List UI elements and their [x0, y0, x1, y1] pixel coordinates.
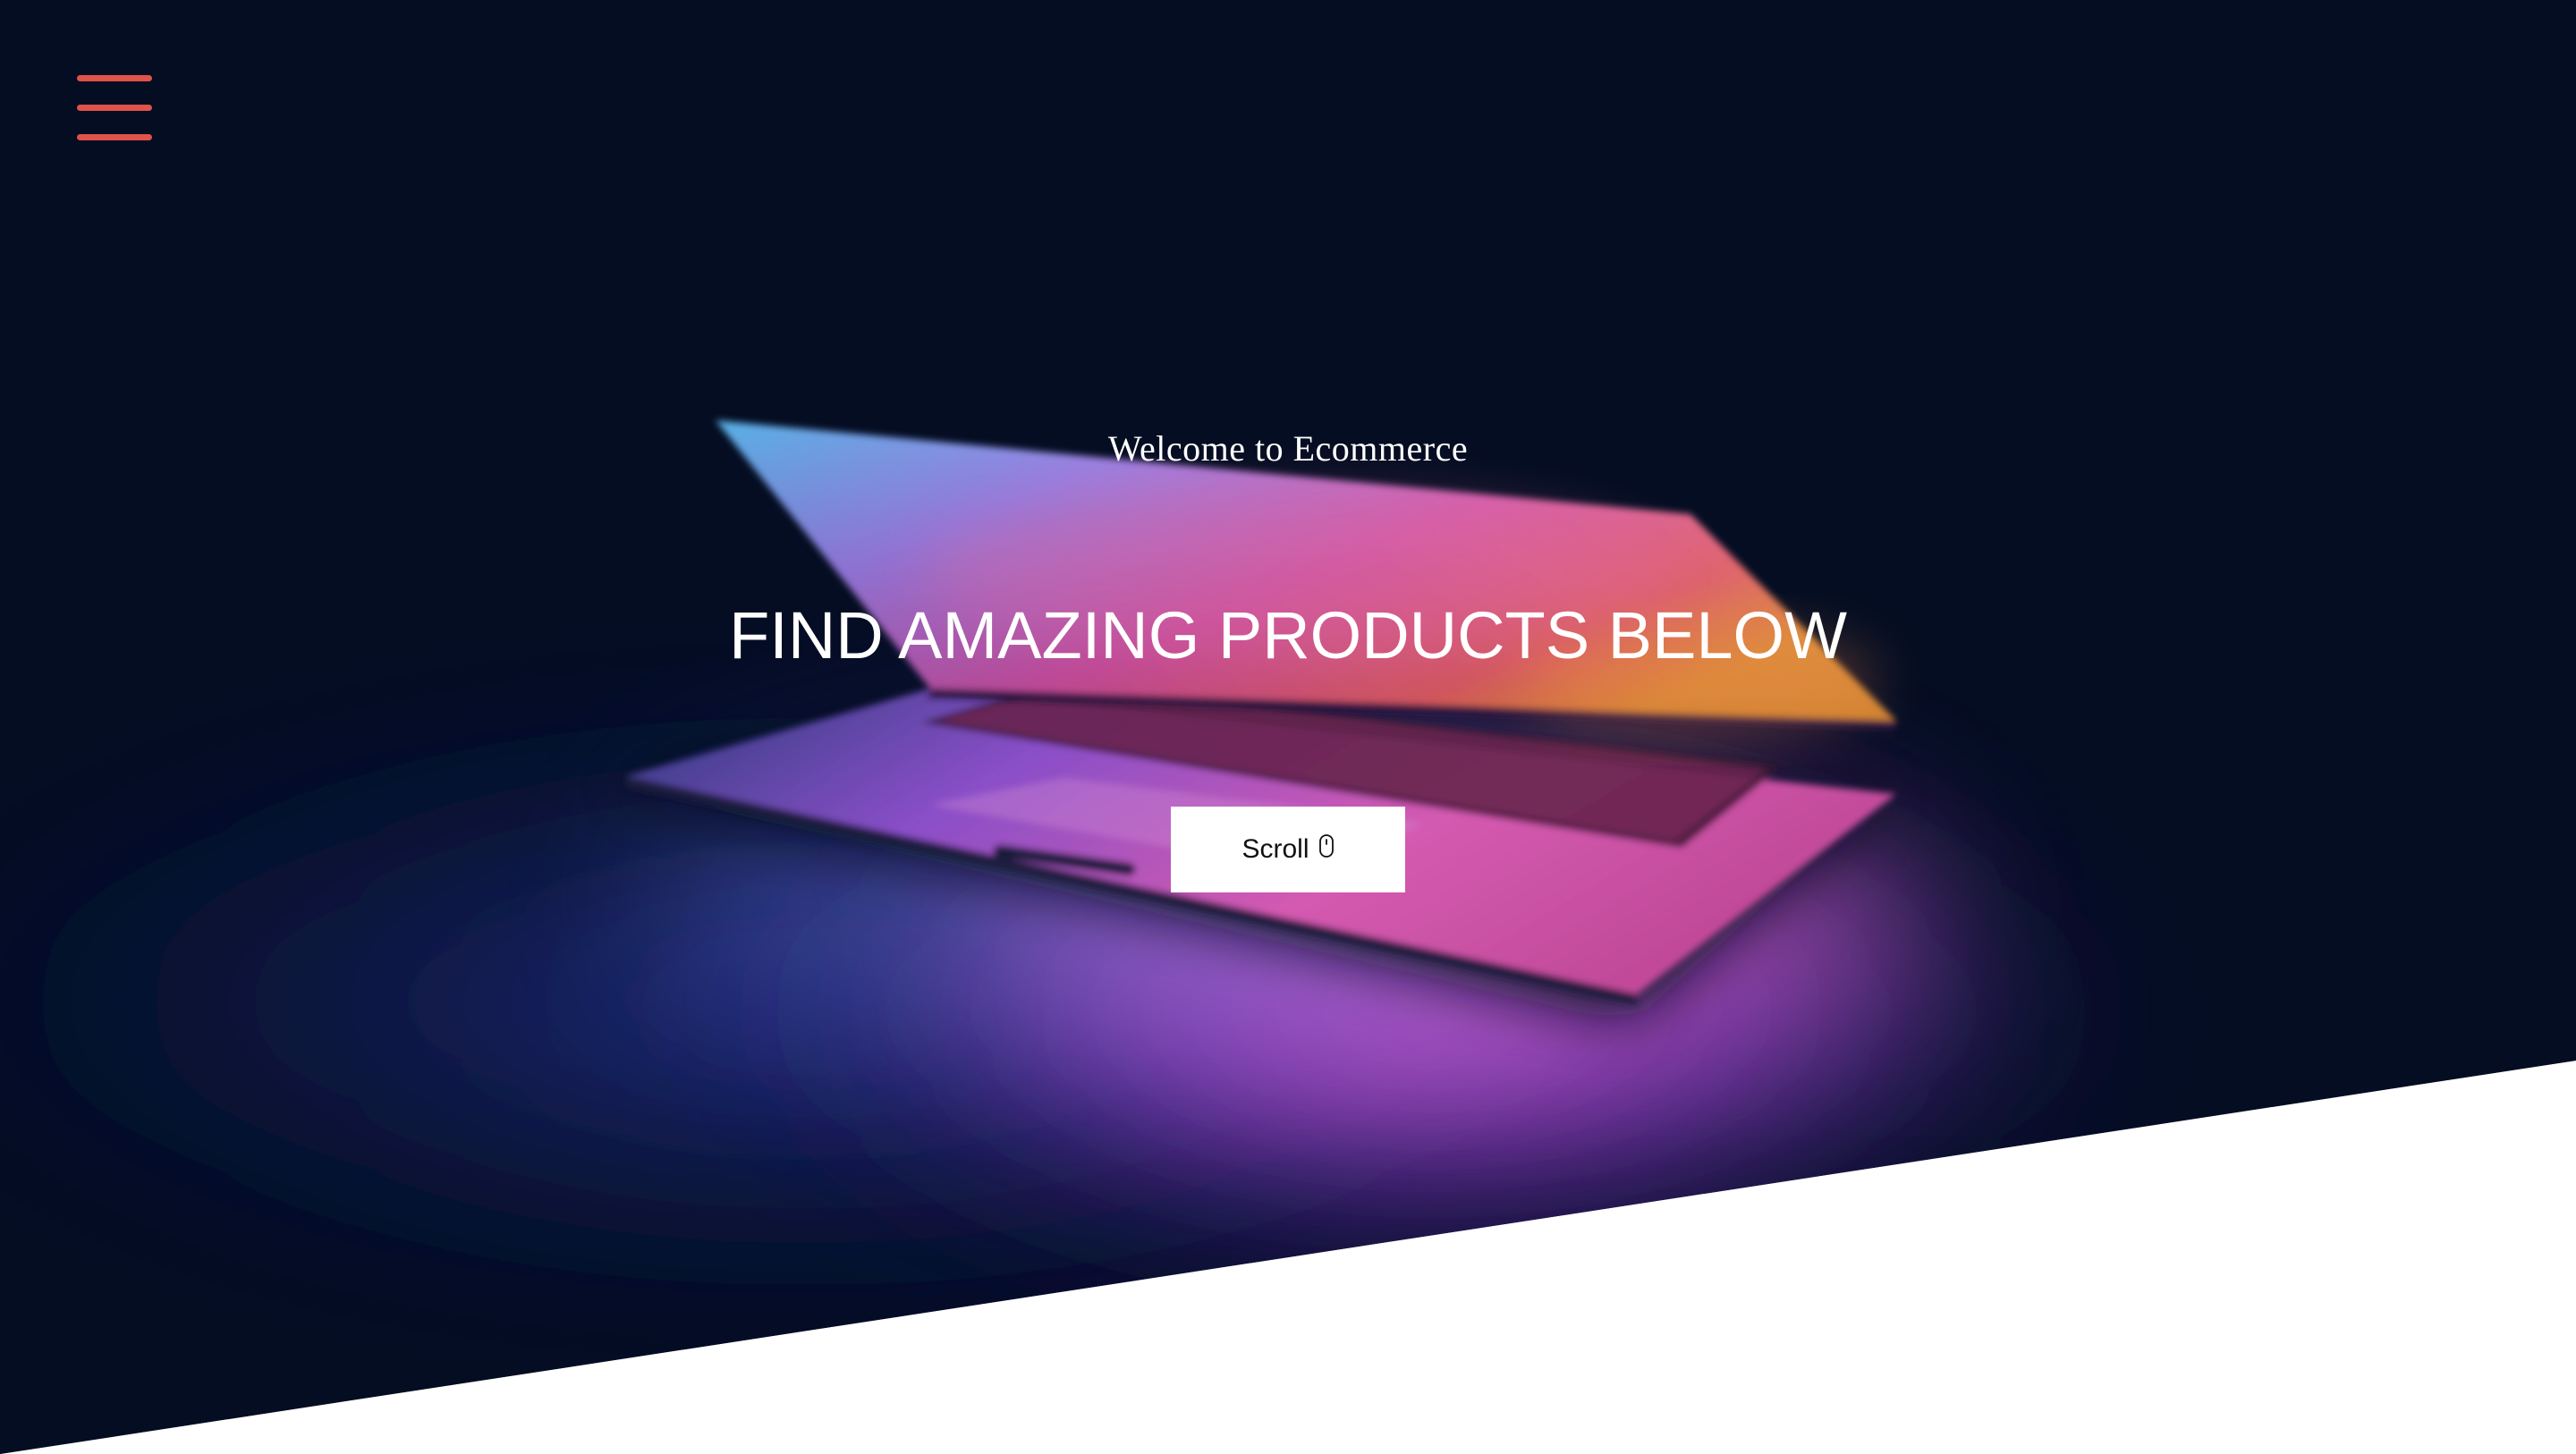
menu-bar: [77, 105, 152, 111]
hero-section: Welcome to Ecommerce FIND AMAZING PRODUC…: [0, 0, 2576, 1454]
scroll-button-label: Scroll: [1241, 834, 1309, 864]
mouse-icon: [1318, 834, 1334, 858]
scroll-button[interactable]: Scroll: [1171, 807, 1405, 892]
menu-bar: [77, 75, 152, 81]
hero-background-image: [0, 0, 2576, 1454]
hamburger-menu-icon[interactable]: [77, 72, 154, 143]
page: Welcome to Ecommerce FIND AMAZING PRODUC…: [0, 0, 2576, 1454]
hero-headline: FIND AMAZING PRODUCTS BELOW: [729, 598, 1847, 672]
menu-bar: [77, 134, 152, 140]
welcome-text: Welcome to Ecommerce: [1107, 428, 1469, 469]
